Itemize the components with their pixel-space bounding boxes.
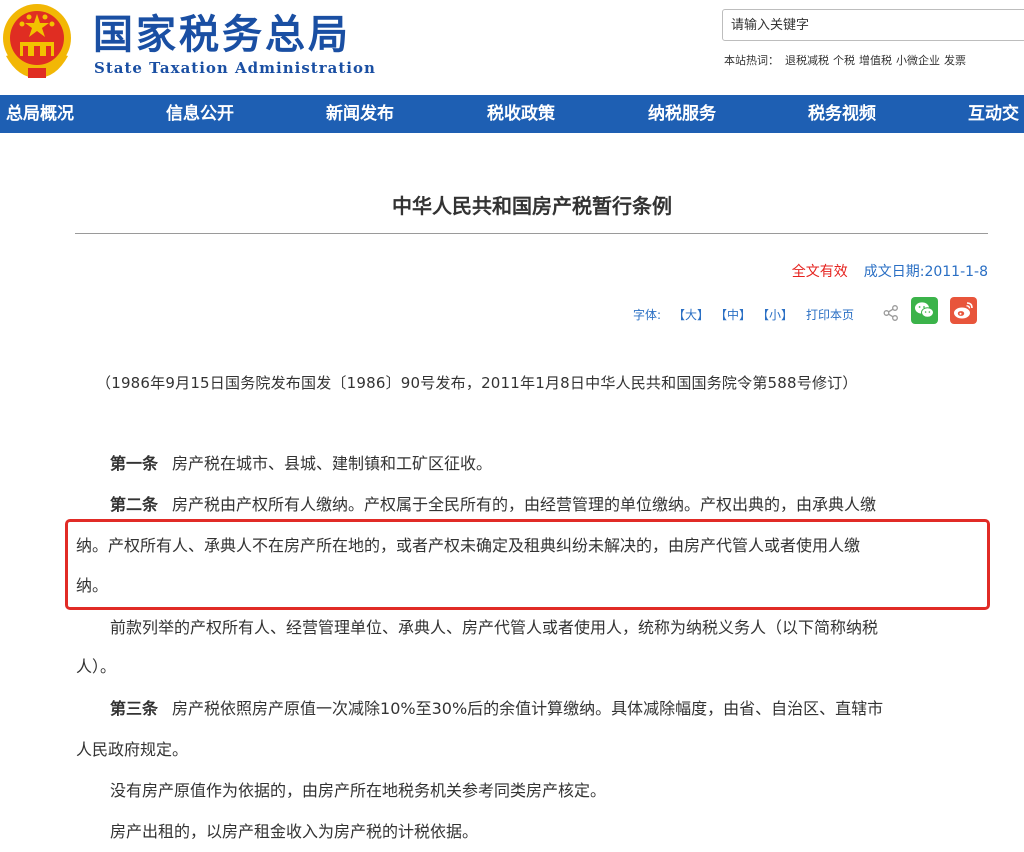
site-header: 国家税务总局 State Taxation Administration 本站热… [0, 0, 1024, 94]
article-line: 人民政府规定。 [76, 740, 189, 759]
nav-item-overview[interactable]: 总局概况 [6, 95, 74, 133]
article-paragraph: 第三条 房产税依照房产原值一次减除10%至30%后的余值计算缴纳。具体减除幅度，由… [76, 688, 986, 729]
hot-word-link[interactable]: 增值税 [859, 54, 892, 67]
article-text: 房产税依照房产原值一次减除10%至30%后的余值计算缴纳。具体减除幅度，由省、自… [172, 699, 884, 718]
article-line: 没有房产原值作为依据的，由房产所在地税务机关参考同类房产核定。 [110, 781, 607, 800]
site-name-cn[interactable]: 国家税务总局 [93, 12, 351, 58]
font-size-label: 字体: [633, 308, 662, 322]
weibo-icon [954, 302, 973, 319]
article-line: 房产出租的，以房产租金收入为房产税的计税依据。 [110, 822, 479, 841]
wechat-icon [915, 302, 934, 318]
hot-word-link[interactable]: 个税 [833, 54, 855, 67]
article-line: 人）。 [76, 657, 117, 676]
font-large-button[interactable]: 【大】 [673, 306, 709, 323]
nav-item-interaction[interactable]: 互动交 [968, 95, 1019, 133]
article-title: 中华人民共和国房产税暂行条例 [392, 194, 672, 218]
article-text: 房产税在城市、县城、建制镇和工矿区征收。 [172, 454, 493, 473]
validity-status: 全文有效 [791, 264, 848, 280]
hot-word-link[interactable]: 小微企业 [896, 54, 940, 67]
nav-item-tax-policy[interactable]: 税收政策 [487, 95, 555, 133]
nav-item-tax-video[interactable]: 税务视频 [808, 95, 876, 133]
print-page-link[interactable]: 打印本页 [806, 306, 854, 323]
article-number: 第三条 [110, 699, 159, 718]
main-nav: 总局概况 信息公开 新闻发布 税收政策 纳税服务 税务视频 互动交 [0, 95, 1024, 133]
nav-item-news-release[interactable]: 新闻发布 [326, 95, 394, 133]
article-number: 第一条 [110, 454, 159, 473]
article-meta: 全文有效 成文日期:2011-1-8 [792, 261, 988, 281]
highlight-box [65, 519, 990, 610]
national-emblem-icon[interactable] [0, 0, 78, 82]
font-medium-button[interactable]: 【中】 [715, 306, 751, 323]
issue-date: 成文日期:2011-1-8 [863, 264, 988, 280]
share-icon[interactable] [882, 304, 900, 322]
article-line: 前款列举的产权所有人、经营管理单位、承典人、房产代管人或者使用人，统称为纳税义务… [110, 618, 879, 637]
weibo-share-button[interactable] [950, 297, 977, 324]
article-paragraph: 第一条 房产税在城市、县城、建制镇和工矿区征收。 [76, 443, 986, 484]
search-input[interactable] [722, 9, 1024, 41]
promulgation-note: （1986年9月15日国务院发布国发〔1986〕90号发布，2011年1月8日中… [96, 374, 858, 392]
hot-words-label: 本站热词： [724, 54, 779, 67]
article-number: 第二条 [110, 495, 159, 514]
site-name-en[interactable]: State Taxation Administration [94, 59, 376, 77]
hot-word-link[interactable]: 发票 [944, 54, 966, 67]
title-divider [75, 233, 988, 234]
hot-word-link[interactable]: 退税减税 [785, 54, 829, 67]
nav-item-tax-service[interactable]: 纳税服务 [648, 95, 716, 133]
article-text: 房产税由产权所有人缴纳。产权属于全民所有的，由经营管理的单位缴纳。产权出典的，由… [172, 495, 877, 514]
nav-item-info-disclosure[interactable]: 信息公开 [166, 95, 234, 133]
font-small-button[interactable]: 【小】 [757, 306, 793, 323]
wechat-share-button[interactable] [911, 297, 938, 324]
hot-words-bar: 本站热词： 退税减税 个税 增值税 小微企业 发票 [724, 52, 970, 68]
